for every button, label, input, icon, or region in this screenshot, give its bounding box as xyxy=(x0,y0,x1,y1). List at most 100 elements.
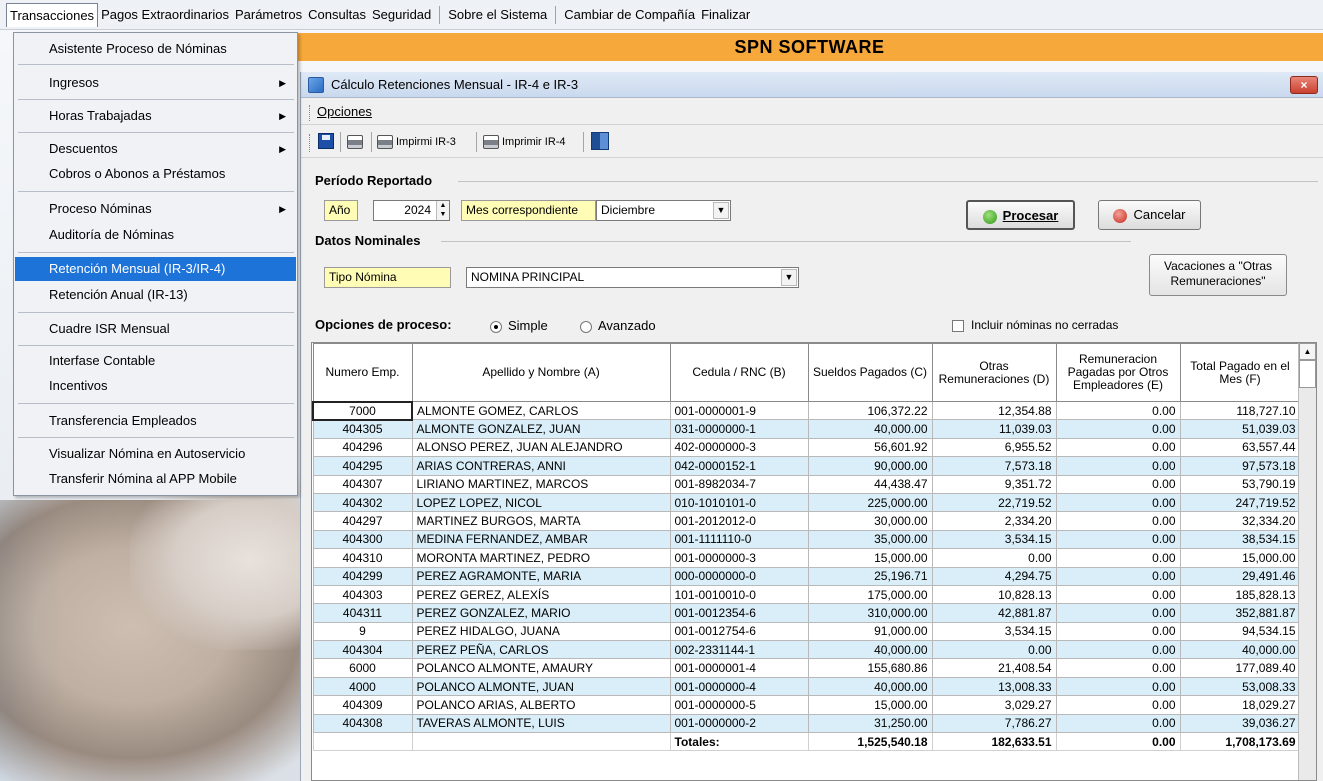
cell-apellido-nombre[interactable]: PEREZ AGRAMONTE, MARIA xyxy=(411,566,671,586)
col-otras-remuneraciones[interactable]: Otras Remuneraciones (D) xyxy=(931,343,1057,402)
cell-numero-emp[interactable]: 404310 xyxy=(312,548,413,568)
cell-sueldos-pagados[interactable]: 91,000.00 xyxy=(807,621,933,642)
table-row[interactable]: 404299 PEREZ AGRAMONTE, MARIA 000-0000000-… xyxy=(312,566,1301,586)
cell-sueldos-pagados[interactable]: 15,000.00 xyxy=(807,548,933,568)
table-row[interactable]: 404307 LIRIANO MARTINEZ, MARCOS 001-898203… xyxy=(312,474,1301,494)
cell-otras-remuneraciones[interactable]: 3,029.27 xyxy=(931,695,1057,715)
scroll-thumb[interactable] xyxy=(1299,360,1316,388)
table-row[interactable]: 404302 LOPEZ LOPEZ, NICOL 010-1010101-0 225… xyxy=(312,492,1301,513)
cell-sueldos-pagados[interactable]: 40,000.00 xyxy=(807,640,933,660)
table-row[interactable]: 404304 PEREZ PEÑA, CARLOS 002-2331144-1 40,… xyxy=(312,640,1301,660)
cell-cedula-rnc[interactable]: 001-0000000-3 xyxy=(669,548,809,568)
menu-parametros[interactable]: Parámetros xyxy=(232,3,305,26)
cell-otros-empleadores[interactable]: 0.00 xyxy=(1055,658,1181,678)
vacaciones-otras-remuneraciones-button[interactable]: Vacaciones a "Otras Remuneraciones" xyxy=(1149,254,1287,296)
cell-otras-remuneraciones[interactable]: 3,534.15 xyxy=(931,529,1057,550)
table-row[interactable]: 404296 ALONSO PEREZ, JUAN ALEJANDRO 402-00… xyxy=(312,437,1301,458)
cell-otras-remuneraciones[interactable]: 7,786.27 xyxy=(931,713,1057,734)
cell-otras-remuneraciones[interactable]: 0.00 xyxy=(931,548,1057,568)
cell-sueldos-pagados[interactable]: 106,372.22 xyxy=(807,400,933,421)
cell-total-pagado[interactable]: 40,000.00 xyxy=(1179,640,1301,660)
menu-transacciones[interactable]: Transacciones xyxy=(6,2,99,27)
cell-numero-emp[interactable]: 404304 xyxy=(312,640,413,660)
cell-apellido-nombre[interactable]: LOPEZ LOPEZ, NICOL xyxy=(411,492,671,513)
cell-numero-emp[interactable]: 404305 xyxy=(312,419,413,439)
cell-numero-emp[interactable]: 404309 xyxy=(312,695,413,715)
cell-sueldos-pagados[interactable]: 44,438.47 xyxy=(807,474,933,494)
cell-sueldos-pagados[interactable]: 310,000.00 xyxy=(807,603,933,623)
tipo-nomina-select[interactable]: NOMINA PRINCIPAL ▼ xyxy=(466,267,799,288)
print-button[interactable] xyxy=(347,132,366,152)
cell-cedula-rnc[interactable]: 001-0000000-2 xyxy=(669,713,809,734)
cell-apellido-nombre[interactable]: PEREZ PEÑA, CARLOS xyxy=(411,640,671,660)
incluir-no-cerradas-checkbox[interactable]: Incluir nóminas no cerradas xyxy=(952,318,1118,332)
col-apellido-nombre[interactable]: Apellido y Nombre (A) xyxy=(411,343,671,402)
col-numero-emp[interactable]: Numero Emp. xyxy=(312,343,413,402)
cell-total-pagado[interactable]: 18,029.27 xyxy=(1179,695,1301,715)
cell-sueldos-pagados[interactable]: 25,196.71 xyxy=(807,566,933,586)
cell-numero-emp[interactable]: 404300 xyxy=(312,529,413,550)
cell-numero-emp[interactable]: 9 xyxy=(312,621,413,642)
dd-retencion-anual[interactable]: Retención Anual (IR-13) xyxy=(15,283,296,307)
cell-cedula-rnc[interactable]: 001-8982034-7 xyxy=(669,474,809,494)
cell-otras-remuneraciones[interactable]: 0.00 xyxy=(931,640,1057,660)
dd-interfase-contable[interactable]: Interfase Contable xyxy=(15,349,296,373)
cell-total-pagado[interactable]: 118,727.10 xyxy=(1179,400,1301,421)
table-row[interactable]: 4000 POLANCO ALMONTE, JUAN 001-0000000-4 40… xyxy=(312,676,1301,697)
cell-total-pagado[interactable]: 53,008.33 xyxy=(1179,676,1301,697)
cell-otros-empleadores[interactable]: 0.00 xyxy=(1055,713,1181,734)
cell-total-pagado[interactable]: 185,828.13 xyxy=(1179,584,1301,605)
grid-vertical-scrollbar[interactable]: ▲ xyxy=(1298,343,1316,780)
cell-cedula-rnc[interactable]: 002-2331144-1 xyxy=(669,640,809,660)
col-otros-empleadores[interactable]: Remuneracion Pagadas por Otros Empleador… xyxy=(1055,343,1181,402)
cell-numero-emp[interactable]: 404299 xyxy=(312,566,413,586)
cell-otras-remuneraciones[interactable]: 21,408.54 xyxy=(931,658,1057,678)
cell-cedula-rnc[interactable]: 001-2012012-0 xyxy=(669,511,809,531)
cell-numero-emp[interactable]: 404297 xyxy=(312,511,413,531)
cell-apellido-nombre[interactable]: POLANCO ALMONTE, AMAURY xyxy=(411,658,671,678)
cell-otras-remuneraciones[interactable]: 22,719.52 xyxy=(931,492,1057,513)
cell-sueldos-pagados[interactable]: 155,680.86 xyxy=(807,658,933,678)
cell-total-pagado[interactable]: 39,036.27 xyxy=(1179,713,1301,734)
cell-otros-empleadores[interactable]: 0.00 xyxy=(1055,456,1181,476)
cell-apellido-nombre[interactable]: MORONTA MARTINEZ, PEDRO xyxy=(411,548,671,568)
cell-cedula-rnc[interactable]: 001-0012354-6 xyxy=(669,603,809,623)
cell-otros-empleadores[interactable]: 0.00 xyxy=(1055,511,1181,531)
cell-total-pagado[interactable]: 29,491.46 xyxy=(1179,566,1301,586)
close-button[interactable]: × xyxy=(1290,76,1318,94)
cell-numero-emp[interactable]: 404295 xyxy=(312,456,413,476)
col-total-pagado[interactable]: Total Pagado en el Mes (F) xyxy=(1179,343,1301,402)
print-ir4-button[interactable]: Imprimir IR-4 xyxy=(483,132,566,152)
menu-finalizar[interactable]: Finalizar xyxy=(698,3,753,26)
cell-cedula-rnc[interactable]: 001-0012754-6 xyxy=(669,621,809,642)
cell-apellido-nombre[interactable]: PEREZ HIDALGO, JUANA xyxy=(411,621,671,642)
print-ir3-button[interactable]: Impirmi IR-3 xyxy=(377,132,456,152)
cell-otras-remuneraciones[interactable]: 10,828.13 xyxy=(931,584,1057,605)
save-icon[interactable] xyxy=(318,133,334,149)
dd-ingresos[interactable]: Ingresos ▶ xyxy=(15,71,296,95)
dd-transferir-nomina-app[interactable]: Transferir Nómina al APP Mobile xyxy=(15,467,296,491)
cell-otros-empleadores[interactable]: 0.00 xyxy=(1055,566,1181,586)
cell-sueldos-pagados[interactable]: 40,000.00 xyxy=(807,419,933,439)
cell-numero-emp[interactable]: 4000 xyxy=(312,676,413,697)
cell-otros-empleadores[interactable]: 0.00 xyxy=(1055,548,1181,568)
cell-total-pagado[interactable]: 51,039.03 xyxy=(1179,419,1301,439)
cell-apellido-nombre[interactable]: ALONSO PEREZ, JUAN ALEJANDRO xyxy=(411,437,671,458)
cell-cedula-rnc[interactable]: 001-0000001-9 xyxy=(669,400,809,421)
scroll-up-arrow-icon[interactable]: ▲ xyxy=(1299,343,1316,360)
cell-cedula-rnc[interactable]: 000-0000000-0 xyxy=(669,566,809,586)
cell-cedula-rnc[interactable]: 001-0000000-4 xyxy=(669,676,809,697)
cell-total-pagado[interactable]: 38,534.15 xyxy=(1179,529,1301,550)
mes-select[interactable]: Diciembre ▼ xyxy=(596,200,731,221)
dd-transferencia-empleados[interactable]: Transferencia Empleados xyxy=(15,409,296,433)
cell-sueldos-pagados[interactable]: 30,000.00 xyxy=(807,511,933,531)
cell-apellido-nombre[interactable]: POLANCO ALMONTE, JUAN xyxy=(411,676,671,697)
col-cedula-rnc[interactable]: Cedula / RNC (B) xyxy=(669,343,809,402)
table-row[interactable]: 404311 PEREZ GONZALEZ, MARIO 001-0012354-6… xyxy=(312,603,1301,623)
cell-otras-remuneraciones[interactable]: 4,294.75 xyxy=(931,566,1057,586)
cell-otras-remuneraciones[interactable]: 13,008.33 xyxy=(931,676,1057,697)
cell-sueldos-pagados[interactable]: 175,000.00 xyxy=(807,584,933,605)
cell-otros-empleadores[interactable]: 0.00 xyxy=(1055,603,1181,623)
cell-otros-empleadores[interactable]: 0.00 xyxy=(1055,474,1181,494)
cell-otras-remuneraciones[interactable]: 11,039.03 xyxy=(931,419,1057,439)
